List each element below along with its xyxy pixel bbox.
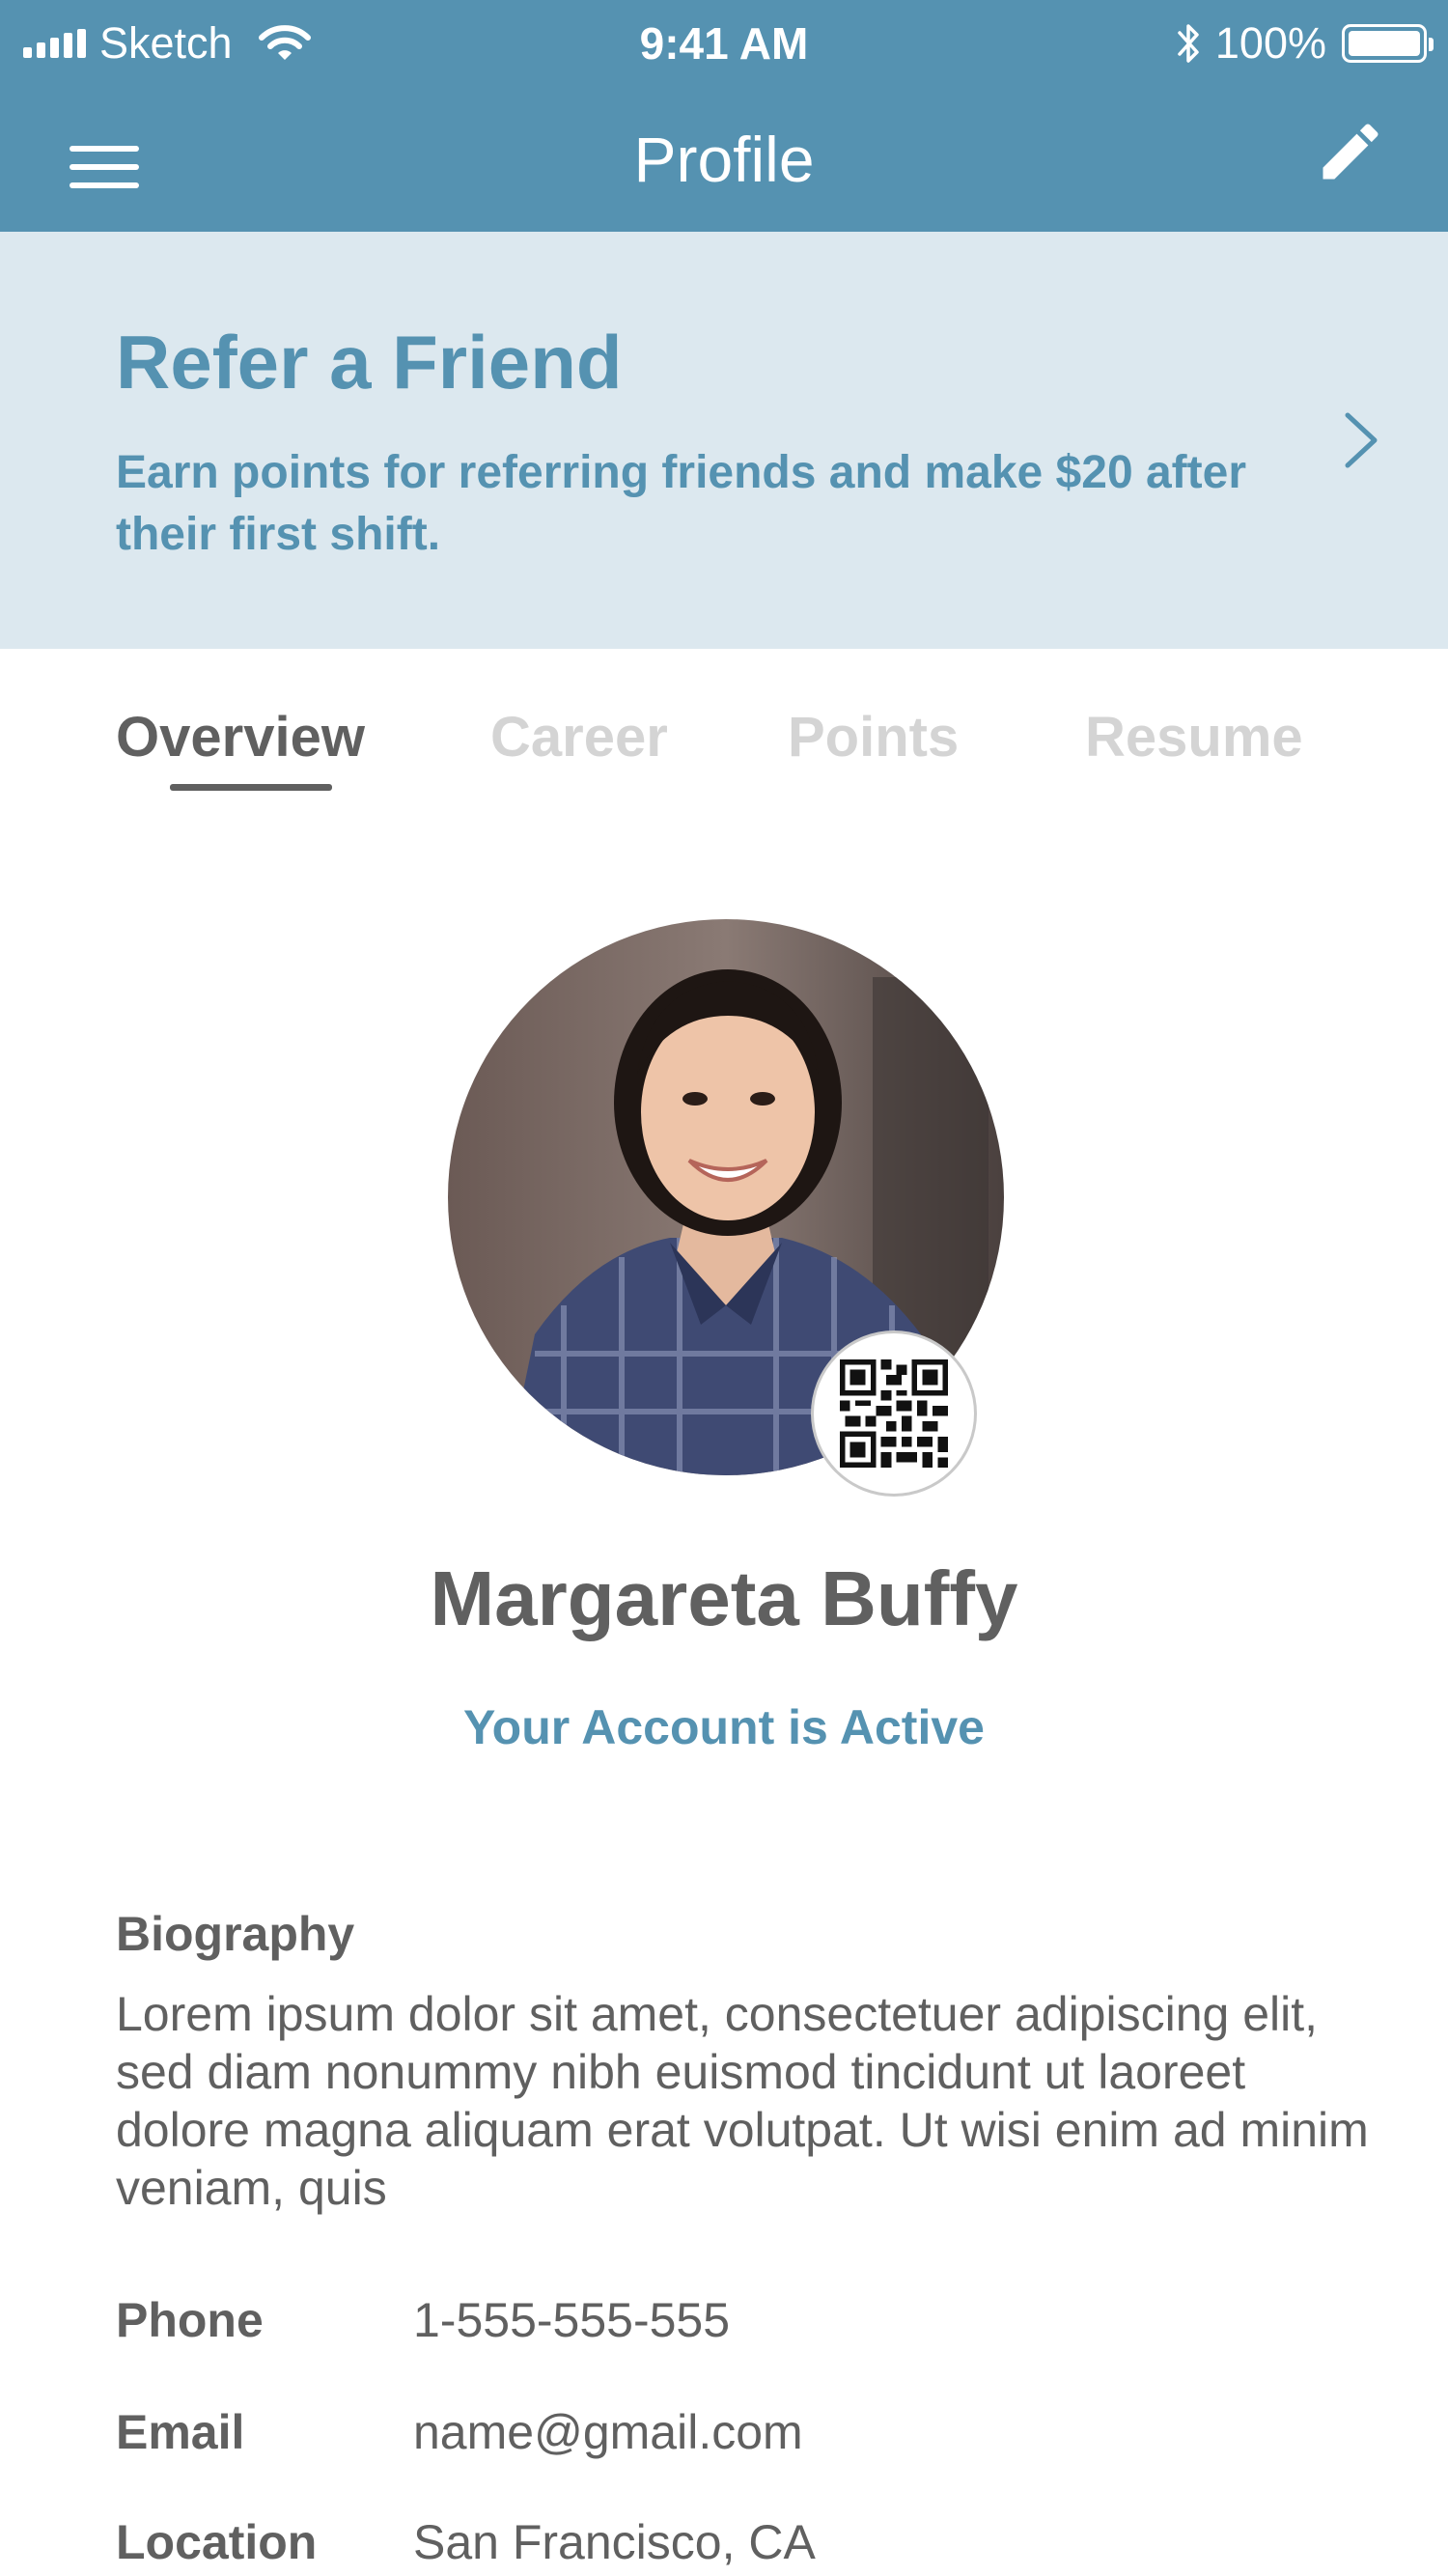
biography-text: Lorem ipsum dolor sit amet, consectetuer… <box>116 1987 1369 2215</box>
tab-points[interactable]: Points <box>788 705 959 770</box>
email-value[interactable]: name@gmail.com <box>413 2404 803 2460</box>
tab-career[interactable]: Career <box>490 705 668 770</box>
chevron-right-icon[interactable] <box>1332 402 1390 479</box>
refer-title: Refer a Friend <box>116 320 623 405</box>
qr-code-button[interactable] <box>811 1330 977 1497</box>
tab-resume[interactable]: Resume <box>1085 705 1303 770</box>
location-value: San Francisco, CA <box>413 2515 816 2569</box>
pencil-icon <box>1323 124 1378 180</box>
qr-code-icon <box>840 1359 948 1468</box>
phone-label: Phone <box>116 2293 264 2347</box>
phone-value[interactable]: 1-555-555-555 <box>413 2292 730 2348</box>
location-label: Location <box>116 2515 318 2569</box>
page-title: Profile <box>633 124 815 195</box>
status-right: 100% <box>1177 17 1434 70</box>
account-status: Your Account is Active <box>463 1700 985 1754</box>
profile-tabs: Overview Career Points Resume <box>0 676 1448 811</box>
battery-percentage: 100% <box>1214 18 1326 68</box>
refer-description: Earn points for referring friends and ma… <box>116 447 1247 560</box>
app-header: Sketch 9:41 AM 100% Profile <box>0 0 1448 232</box>
bluetooth-icon <box>1178 24 1199 63</box>
profile-name: Margareta Buffy <box>430 1555 1018 1641</box>
edit-button[interactable] <box>1307 108 1394 195</box>
battery-icon <box>1342 24 1434 63</box>
status-bar: Sketch 9:41 AM 100% <box>0 0 1448 87</box>
nav-bar: Profile <box>0 87 1448 232</box>
tab-overview[interactable]: Overview <box>116 705 365 770</box>
refer-friend-banner[interactable]: Refer a Friend Earn points for referring… <box>0 232 1448 649</box>
active-tab-indicator <box>170 784 332 791</box>
email-label: Email <box>116 2405 245 2459</box>
biography-label: Biography <box>116 1907 355 1961</box>
